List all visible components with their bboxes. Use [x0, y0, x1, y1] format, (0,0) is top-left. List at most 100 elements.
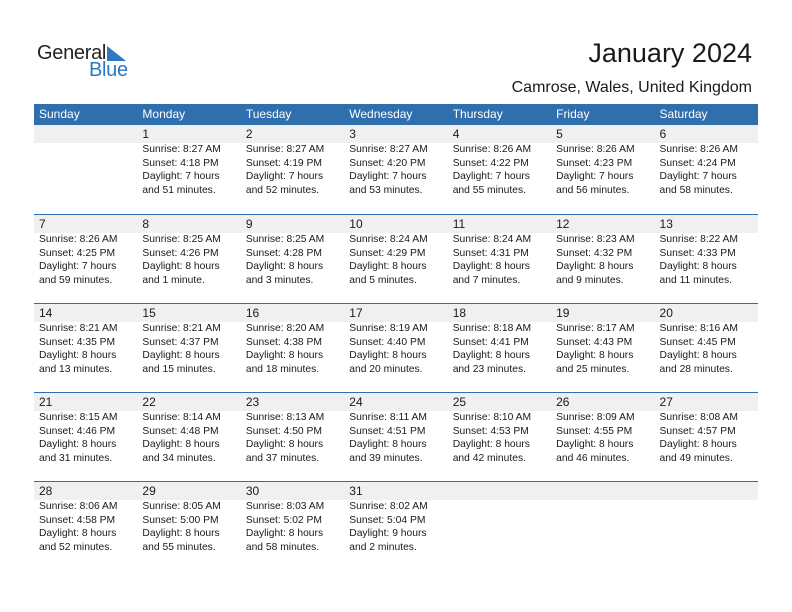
day-number: 11 [452, 217, 466, 231]
day-cell [551, 500, 654, 554]
day-cell: Sunrise: 8:02 AM Sunset: 5:04 PM Daylight:… [344, 500, 447, 554]
daylight-text: Daylight: 8 hours [142, 528, 220, 539]
sunset-text: Sunset: 4:46 PM [39, 425, 116, 437]
daylight-text: Daylight: 7 hours [556, 171, 634, 182]
sunset-text: Sunset: 4:19 PM [245, 157, 322, 169]
day-cell: Sunrise: 8:27 AM Sunset: 4:20 PM Daylight:… [344, 143, 447, 197]
sunrise-text: Sunrise: 8:14 AM [142, 412, 221, 423]
sunset-text: Sunset: 5:00 PM [142, 514, 219, 526]
day-number: 9 [245, 217, 253, 231]
daylight-text: Daylight: 8 hours [245, 350, 324, 361]
daylight-text: Daylight: 8 hours [245, 261, 324, 272]
day-cell: Sunrise: 8:10 AM Sunset: 4:53 PM Daylight:… [448, 411, 551, 465]
day-number: 14 [39, 306, 53, 320]
sunset-text: Sunset: 4:22 PM [452, 157, 529, 169]
daylight-text: and 39 minutes. [349, 452, 423, 464]
daylight-text: Daylight: 8 hours [245, 528, 324, 539]
day-number-row: 7 8 9 10 11 12 13 [34, 215, 758, 233]
daylight-text: and 46 minutes. [556, 452, 630, 464]
sunset-text: Sunset: 4:58 PM [39, 514, 116, 526]
sunrise-text: Sunrise: 8:09 AM [556, 412, 635, 423]
sunrise-text: Sunrise: 8:05 AM [142, 501, 221, 512]
day-cell [448, 500, 551, 554]
day-cell: Sunrise: 8:17 AM Sunset: 4:43 PM Daylight:… [551, 322, 654, 376]
sunrise-text: Sunrise: 8:06 AM [39, 501, 118, 512]
sunrise-text: Sunrise: 8:24 AM [452, 234, 532, 245]
sunset-text: Sunset: 4:55 PM [556, 425, 633, 437]
sunset-text: Sunset: 4:43 PM [556, 336, 633, 348]
sunset-text: Sunset: 4:53 PM [452, 425, 529, 437]
sunrise-text: Sunrise: 8:15 AM [39, 412, 118, 423]
daylight-text: and 52 minutes. [39, 541, 113, 553]
sunrise-text: Sunrise: 8:23 AM [556, 234, 635, 245]
daylight-text: and 28 minutes. [659, 363, 733, 375]
day-cell: Sunrise: 8:23 AM Sunset: 4:32 PM Daylight:… [551, 233, 654, 287]
day-number: 8 [142, 217, 150, 231]
day-number: 27 [659, 395, 673, 409]
daylight-text: Daylight: 8 hours [349, 439, 427, 450]
day-number: 6 [659, 127, 667, 141]
daylight-text: and 52 minutes. [245, 184, 320, 196]
day-number: 28 [39, 484, 53, 498]
daylight-text: and 15 minutes. [142, 363, 216, 375]
daylight-text: and 34 minutes. [142, 452, 216, 464]
week-row: 1 2 3 4 5 6 Sunrise: 8:27 AM Sunset: 4:18 PM Day… [34, 125, 758, 214]
day-cell [34, 143, 137, 197]
day-cell: Sunrise: 8:24 AM Sunset: 4:31 PM Daylight:… [448, 233, 551, 287]
sunrise-text: Sunrise: 8:10 AM [452, 412, 532, 423]
daylight-text: Daylight: 8 hours [659, 261, 737, 272]
daylight-text: and 23 minutes. [452, 363, 526, 375]
daylight-text: and 1 minute. [142, 274, 205, 286]
day-number: 24 [349, 395, 363, 409]
day-info-row: Sunrise: 8:26 AM Sunset: 4:25 PM Daylight:… [34, 233, 758, 287]
sunrise-text: Sunrise: 8:26 AM [659, 144, 738, 155]
day-cell: Sunrise: 8:14 AM Sunset: 4:48 PM Daylight:… [137, 411, 240, 465]
day-cell: Sunrise: 8:08 AM Sunset: 4:57 PM Daylight:… [655, 411, 758, 465]
sunset-text: Sunset: 4:32 PM [556, 247, 633, 259]
sunrise-text: Sunrise: 8:27 AM [142, 144, 221, 155]
day-cell: Sunrise: 8:25 AM Sunset: 4:28 PM Daylight:… [241, 233, 344, 287]
day-cell [655, 500, 758, 554]
day-number: 7 [39, 217, 46, 231]
day-number: 18 [452, 306, 467, 320]
sunset-text: Sunset: 4:25 PM [39, 247, 116, 259]
day-cell: Sunrise: 8:18 AM Sunset: 4:41 PM Daylight:… [448, 322, 551, 376]
day-info-row: Sunrise: 8:15 AM Sunset: 4:46 PM Daylight:… [34, 411, 758, 465]
day-number: 10 [349, 217, 363, 231]
sunrise-text: Sunrise: 8:21 AM [142, 323, 221, 334]
day-number: 17 [349, 306, 363, 320]
sunrise-text: Sunrise: 8:13 AM [245, 412, 325, 423]
daylight-text: Daylight: 8 hours [556, 350, 634, 361]
week-row: 14 15 16 17 18 19 20 Sunrise: 8:21 AM Sunset: 4:… [34, 303, 758, 392]
sunrise-text: Sunrise: 8:27 AM [245, 144, 325, 155]
daylight-text: Daylight: 8 hours [142, 439, 220, 450]
day-cell: Sunrise: 8:26 AM Sunset: 4:23 PM Daylight:… [551, 143, 654, 197]
sunrise-text: Sunrise: 8:25 AM [245, 234, 325, 245]
day-cell: Sunrise: 8:09 AM Sunset: 4:55 PM Daylight:… [551, 411, 654, 465]
day-number: 23 [245, 395, 260, 409]
daylight-text: Daylight: 8 hours [142, 261, 220, 272]
weekday-wednesday: Wednesday [349, 107, 413, 121]
sunrise-text: Sunrise: 8:24 AM [349, 234, 428, 245]
daylight-text: Daylight: 9 hours [349, 528, 427, 539]
sunset-text: Sunset: 4:45 PM [659, 336, 736, 348]
daylight-text: and 13 minutes. [39, 363, 113, 375]
day-number [551, 482, 654, 500]
day-number: 16 [245, 306, 260, 320]
sunrise-text: Sunrise: 8:26 AM [39, 234, 118, 245]
daylight-text: and 5 minutes. [349, 274, 417, 286]
sunset-text: Sunset: 4:29 PM [349, 247, 426, 259]
daylight-text: and 20 minutes. [349, 363, 423, 375]
day-number: 29 [142, 484, 156, 498]
sunset-text: Sunset: 4:57 PM [659, 425, 736, 437]
sunrise-text: Sunrise: 8:18 AM [452, 323, 532, 334]
day-cell: Sunrise: 8:03 AM Sunset: 5:02 PM Daylight:… [241, 500, 344, 554]
daylight-text: Daylight: 8 hours [39, 528, 117, 539]
day-cell: Sunrise: 8:06 AM Sunset: 4:58 PM Daylight:… [34, 500, 137, 554]
weekday-sunday: Sunday [39, 107, 80, 121]
daylight-text: and 51 minutes. [142, 184, 216, 196]
day-number: 12 [556, 217, 570, 231]
daylight-text: and 18 minutes. [245, 363, 320, 375]
day-number [34, 125, 137, 143]
weekday-thursday: Thursday [452, 107, 503, 121]
